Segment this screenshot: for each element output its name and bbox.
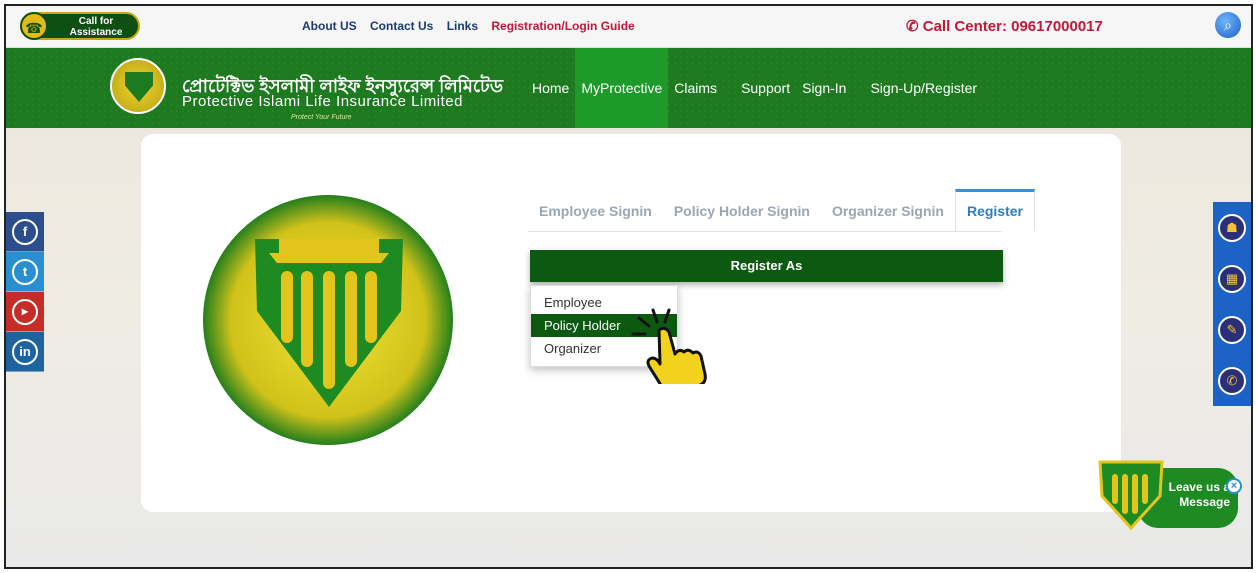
nav-sign-up-register[interactable]: Sign-Up/Register <box>864 48 983 128</box>
youtube-link[interactable]: ▶ <box>6 292 44 332</box>
tab-divider <box>528 231 1002 232</box>
top-bar: ☎ Call for Assistance About US Contact U… <box>6 6 1251 48</box>
shield-icon <box>125 72 153 102</box>
register-as-button[interactable]: Register As <box>530 250 1003 282</box>
site-header: প্রোটেক্টিভ ইসলামী লাইফ ইনস্যুরেন্স লিমি… <box>6 48 1251 128</box>
facebook-icon: f <box>12 218 38 245</box>
tools-sidebar: ☗ ▦ ✎ ✆ <box>1213 202 1251 406</box>
pointer-hand-icon <box>631 308 707 384</box>
tab-register[interactable]: Register <box>954 189 1035 231</box>
close-icon[interactable]: × <box>1226 478 1242 494</box>
agent-tool[interactable]: ☗ <box>1213 202 1251 253</box>
signin-tabs: Employee Signin Policy Holder Signin Org… <box>528 189 1035 231</box>
calculator-icon: ▦ <box>1218 264 1246 293</box>
twitter-link[interactable]: t <box>6 252 44 292</box>
phone-icon: ☎ <box>20 12 48 40</box>
twitter-icon: t <box>12 258 38 285</box>
nav-support[interactable]: Support <box>735 48 796 128</box>
social-sidebar: f t ▶ in <box>6 212 44 372</box>
company-emblem <box>203 195 453 445</box>
tab-policy-holder-signin[interactable]: Policy Holder Signin <box>663 189 821 231</box>
search-icon[interactable]: ⌕ <box>1215 12 1241 38</box>
tab-employee-signin[interactable]: Employee Signin <box>528 189 663 231</box>
facebook-link[interactable]: f <box>6 212 44 252</box>
youtube-icon: ▶ <box>12 298 38 325</box>
nav-myprotective[interactable]: MyProtective <box>575 48 669 128</box>
nav-claims[interactable]: Claims <box>668 48 723 128</box>
nav-sign-in[interactable]: Sign-In <box>796 48 852 128</box>
contact-us-link[interactable]: Contact Us <box>370 19 433 33</box>
main-nav: Home MyProtective Claims Support Sign-In… <box>526 48 983 128</box>
pillar-shield-icon <box>255 239 403 407</box>
call-assistance-button[interactable]: ☎ Call for Assistance <box>20 12 140 40</box>
agent-icon: ☗ <box>1218 213 1246 242</box>
call-center-number: ✆ Call Center: 09617000017 <box>906 17 1103 35</box>
tab-organizer-signin[interactable]: Organizer Signin <box>821 189 955 231</box>
browser-frame: ☎ Call for Assistance About US Contact U… <box>4 4 1253 569</box>
company-logo[interactable] <box>110 58 166 114</box>
call-assistance-label: Call for Assistance <box>69 16 123 38</box>
nav-home[interactable]: Home <box>526 48 575 128</box>
shield-icon <box>1098 460 1164 530</box>
phone-icon: ✆ <box>1218 366 1246 395</box>
linkedin-icon: in <box>12 338 38 365</box>
form-icon: ✎ <box>1218 315 1246 344</box>
registration-guide-link[interactable]: Registration/Login Guide <box>491 19 634 33</box>
top-links: About US Contact Us Links Registration/L… <box>302 19 645 33</box>
login-card: Employee Signin Policy Holder Signin Org… <box>141 134 1121 512</box>
about-us-link[interactable]: About US <box>302 19 357 33</box>
links-link[interactable]: Links <box>447 19 478 33</box>
phone-icon: ✆ <box>906 18 919 35</box>
linkedin-link[interactable]: in <box>6 332 44 372</box>
call-center-text: Call Center: 09617000017 <box>922 18 1103 35</box>
phone-tool[interactable]: ✆ <box>1213 355 1251 406</box>
brand-tagline: Protect Your Future <box>291 114 352 121</box>
chat-widget[interactable]: Leave us a Message × <box>1098 456 1242 538</box>
form-tool[interactable]: ✎ <box>1213 304 1251 355</box>
calculator-tool[interactable]: ▦ <box>1213 253 1251 304</box>
brand-name-english: Protective Islami Life Insurance Limited <box>182 93 463 110</box>
